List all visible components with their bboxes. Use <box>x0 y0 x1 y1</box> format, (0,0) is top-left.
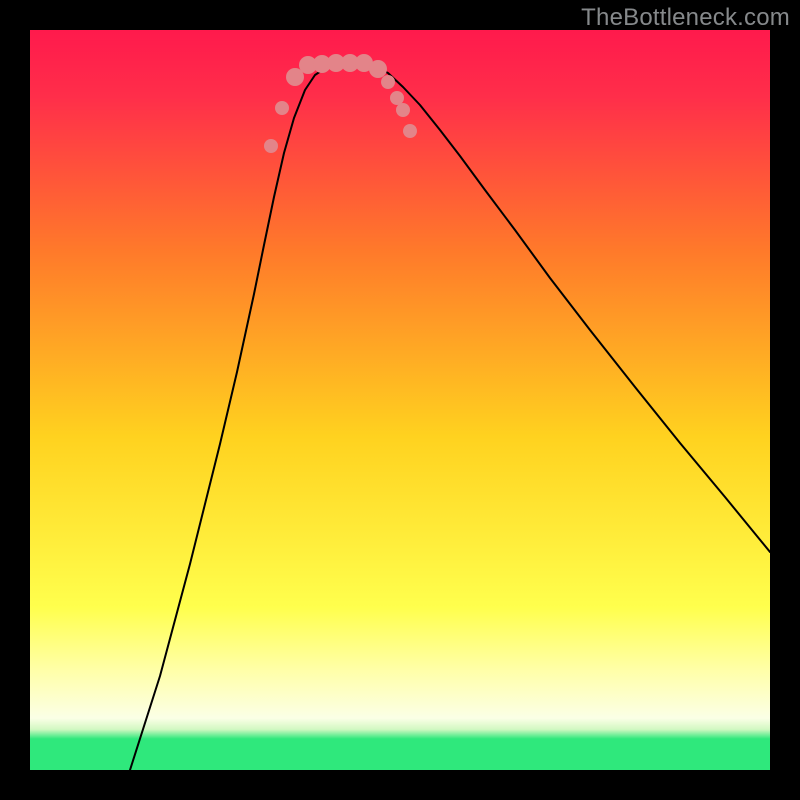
chart-frame <box>30 30 770 770</box>
marker-dot <box>275 101 289 115</box>
chart-svg <box>30 30 770 770</box>
marker-dot <box>403 124 417 138</box>
marker-dot <box>390 91 404 105</box>
marker-dot <box>369 60 387 78</box>
watermark-text: TheBottleneck.com <box>581 4 790 32</box>
chart-bg <box>30 30 770 770</box>
marker-dot <box>381 75 395 89</box>
marker-dot <box>264 139 278 153</box>
marker-dot <box>396 103 410 117</box>
